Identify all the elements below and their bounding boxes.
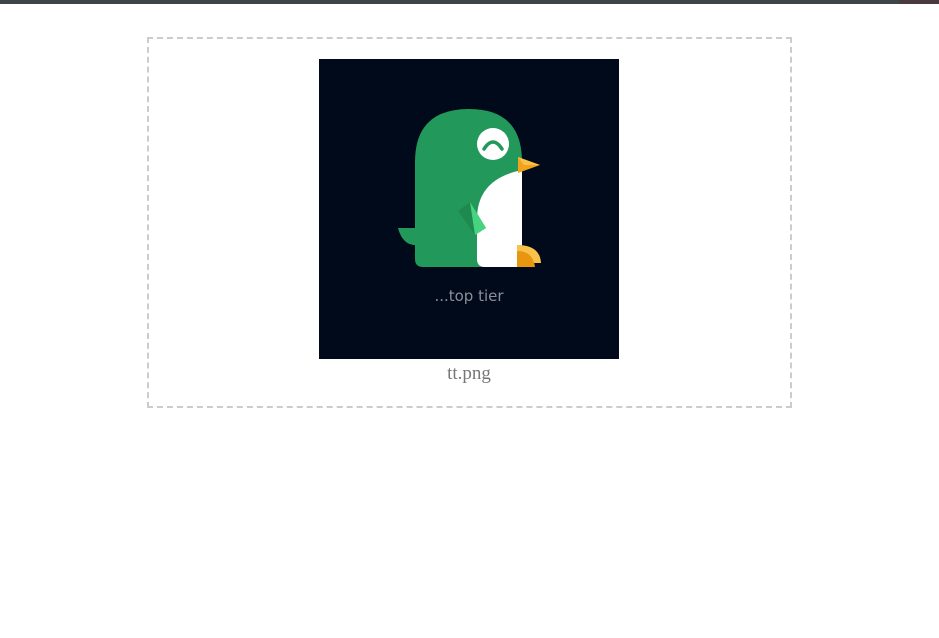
preview-caption: ...top tier (434, 287, 504, 305)
image-preview[interactable]: ...top tier (319, 59, 619, 359)
window-top-bar (0, 0, 939, 4)
penguin-logo-icon (398, 109, 541, 267)
file-name-label: tt.png (447, 363, 491, 384)
window-top-bar-accent (899, 0, 939, 4)
